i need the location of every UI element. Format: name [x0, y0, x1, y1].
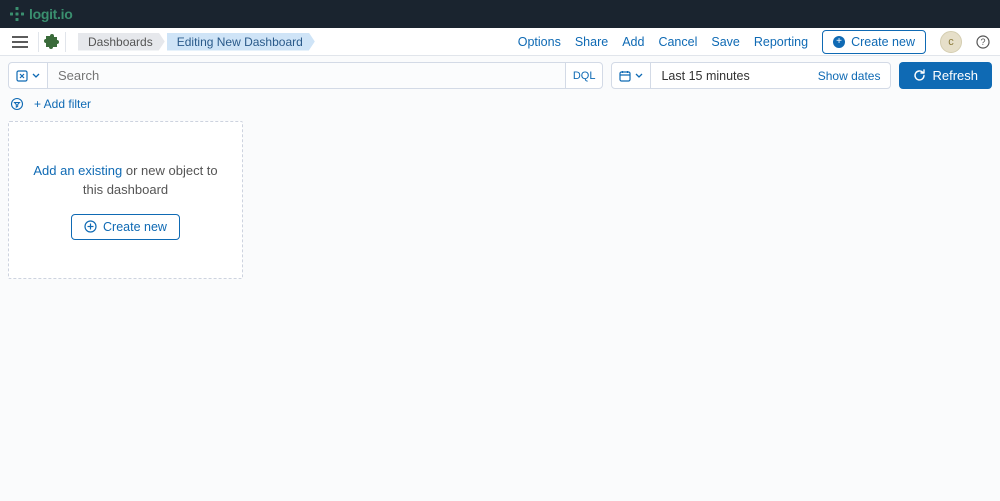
panel-create-new-label: Create new: [103, 220, 167, 234]
refresh-button[interactable]: Refresh: [899, 62, 992, 89]
user-avatar[interactable]: c: [940, 31, 962, 53]
chevron-down-icon: [635, 73, 643, 79]
options-link[interactable]: Options: [518, 35, 561, 49]
panel-create-new-button[interactable]: Create new: [71, 214, 180, 240]
breadcrumb-dashboards[interactable]: Dashboards: [78, 33, 165, 51]
create-new-button[interactable]: + Create new: [822, 30, 926, 54]
breadcrumb-current[interactable]: Editing New Dashboard: [167, 33, 315, 51]
refresh-icon: [913, 69, 926, 82]
logo-icon: [10, 7, 24, 21]
cancel-link[interactable]: Cancel: [658, 35, 697, 49]
filter-options-icon[interactable]: [10, 97, 24, 111]
querybar: DQL Last 15 minutes Show dates Refresh: [0, 56, 1000, 95]
time-picker-button[interactable]: [612, 63, 651, 88]
help-icon[interactable]: ?: [976, 35, 990, 49]
navbar: Dashboards Editing New Dashboard Options…: [0, 28, 1000, 56]
menu-toggle-button[interactable]: [10, 34, 30, 50]
svg-text:?: ?: [980, 37, 985, 47]
add-existing-link[interactable]: Add an existing: [33, 163, 122, 178]
filterbar: + Add filter: [0, 95, 1000, 117]
add-link[interactable]: Add: [622, 35, 644, 49]
app-icon[interactable]: [38, 32, 66, 52]
nav-left: Dashboards Editing New Dashboard: [10, 32, 317, 52]
query-language-button[interactable]: [9, 63, 48, 88]
plus-circle-icon: +: [833, 36, 845, 48]
breadcrumbs: Dashboards Editing New Dashboard: [78, 33, 317, 51]
search-segment: DQL: [8, 62, 603, 89]
search-input[interactable]: [48, 63, 565, 88]
reporting-link[interactable]: Reporting: [754, 35, 808, 49]
brand-logo[interactable]: logit.io: [10, 6, 72, 22]
topbar: logit.io: [0, 0, 1000, 28]
nav-right: Options Share Add Cancel Save Reporting …: [518, 30, 990, 54]
time-range-segment: Last 15 minutes Show dates: [611, 62, 891, 89]
chevron-down-icon: [32, 73, 40, 79]
placeholder-text: Add an existing or new object to this da…: [25, 161, 226, 200]
time-range-text[interactable]: Last 15 minutes: [651, 63, 817, 88]
save-link[interactable]: Save: [711, 35, 740, 49]
dashboard-canvas: Add an existing or new object to this da…: [0, 117, 1000, 283]
empty-panel-placeholder: Add an existing or new object to this da…: [8, 121, 243, 279]
dql-button[interactable]: DQL: [565, 63, 603, 88]
share-link[interactable]: Share: [575, 35, 608, 49]
brand-name: logit.io: [29, 6, 72, 22]
add-filter-link[interactable]: + Add filter: [34, 97, 91, 111]
refresh-label: Refresh: [932, 68, 978, 83]
show-dates-link[interactable]: Show dates: [818, 63, 891, 88]
plus-circle-icon: [84, 220, 97, 233]
create-new-label: Create new: [851, 35, 915, 49]
